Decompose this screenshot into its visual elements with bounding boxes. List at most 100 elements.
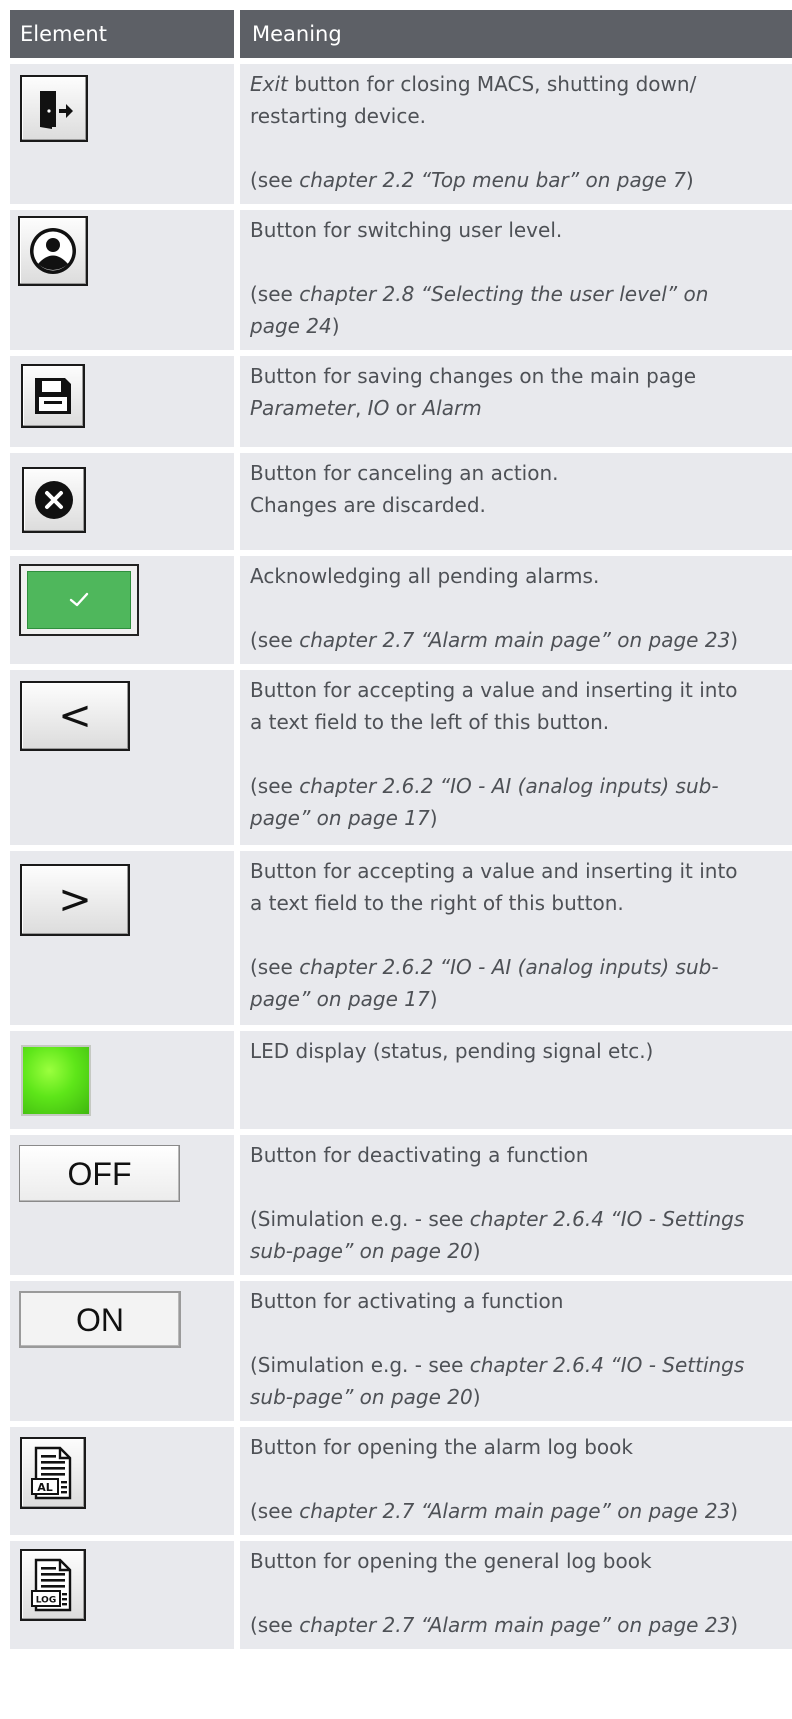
chapter-reference: (see chapter 2.7 “Alarm main page” on pa… bbox=[250, 1495, 784, 1527]
text-run: (see bbox=[250, 628, 300, 652]
text-run: chapter 2.7 “Alarm main page” on page 23 bbox=[299, 628, 731, 652]
element-cell: > bbox=[10, 845, 240, 1028]
text-run: ) bbox=[331, 314, 340, 338]
meaning-cell: Button for canceling an action. Changes … bbox=[237, 447, 792, 553]
element-cell: < bbox=[10, 664, 240, 848]
insert-left-icon: < bbox=[58, 693, 92, 739]
text-run: ) bbox=[730, 1613, 739, 1637]
meaning-line: a text field to the right of this button… bbox=[250, 891, 624, 915]
meaning-cell: Acknowledging all pending alarms. (see c… bbox=[237, 550, 792, 667]
text-run: ) bbox=[730, 628, 739, 652]
element-meaning-table: Element Meaning Exit button for closing … bbox=[10, 10, 792, 1649]
element-cell bbox=[10, 58, 240, 207]
text-run: chapter 2.6.2 “IO - AI (analog inputs) s… bbox=[299, 955, 719, 979]
off-button-label: OFF bbox=[67, 1155, 132, 1192]
alarm-log-icon: AL bbox=[31, 1446, 72, 1500]
table-row: AL Button for opening the alarm log book… bbox=[10, 1421, 792, 1538]
meaning-cell: LED display (status, pending signal etc.… bbox=[237, 1025, 792, 1132]
meaning-cell: Button for accepting a value and inserti… bbox=[237, 664, 792, 848]
element-cell bbox=[10, 350, 240, 450]
chapter-reference-continued: page” on page 17) bbox=[250, 983, 784, 1015]
chapter-reference: (Simulation e.g. - see chapter 2.6.4 “IO… bbox=[250, 1203, 784, 1235]
text-run: (see bbox=[250, 955, 300, 979]
checkmark-icon bbox=[69, 592, 89, 607]
meaning-line: Changes are discarded. bbox=[250, 493, 486, 517]
chapter-reference-continued: sub-page” on page 20) bbox=[250, 1235, 784, 1267]
text-run: page” on page 17 bbox=[250, 806, 430, 830]
table-row: OFF Button for deactivating a function (… bbox=[10, 1129, 792, 1278]
cancel-button-sample bbox=[22, 467, 86, 533]
text-run: ) bbox=[429, 806, 438, 830]
alarm-log-badge: AL bbox=[37, 1481, 53, 1494]
on-button-label: ON bbox=[76, 1301, 124, 1338]
text-run: (see bbox=[250, 282, 300, 306]
text-run: (Simulation e.g. - see bbox=[250, 1353, 470, 1377]
exit-button-sample bbox=[20, 75, 88, 142]
meaning-cell: Button for saving changes on the main pa… bbox=[237, 350, 792, 450]
table-row: LOG Button for opening the general log b… bbox=[10, 1535, 792, 1649]
meaning-cell: Button for opening the general log book … bbox=[237, 1535, 792, 1649]
chapter-reference: (see chapter 2.2 “Top menu bar” on page … bbox=[250, 164, 784, 196]
text-run: Parameter bbox=[250, 396, 355, 420]
table-row: Button for canceling an action. Changes … bbox=[10, 447, 792, 553]
meaning-line: Acknowledging all pending alarms. bbox=[250, 564, 600, 588]
page: Element Meaning Exit button for closing … bbox=[0, 0, 792, 1719]
text-run: button for closing MACS, shutting down/ bbox=[287, 72, 697, 96]
text-run: IO bbox=[367, 396, 390, 420]
alarm-log-button-sample: AL bbox=[20, 1437, 86, 1509]
meaning-line: Button for saving changes on the main pa… bbox=[250, 364, 697, 388]
table-row: LED display (status, pending signal etc.… bbox=[10, 1025, 792, 1132]
chapter-reference: (see chapter 2.7 “Alarm main page” on pa… bbox=[250, 624, 784, 656]
text-run: (see bbox=[250, 168, 300, 192]
text-run: chapter 2.6.4 “IO - Settings bbox=[469, 1207, 745, 1231]
meaning-cell: Button for accepting a value and inserti… bbox=[237, 845, 792, 1028]
text-run: ) bbox=[429, 987, 438, 1011]
insert-right-icon: > bbox=[58, 877, 92, 923]
meaning-line: Button for deactivating a function bbox=[250, 1143, 589, 1167]
table-row: Button for switching user level. (see ch… bbox=[10, 204, 792, 353]
element-cell bbox=[10, 1025, 240, 1132]
meaning-cell: Button for opening the alarm log book (s… bbox=[237, 1421, 792, 1538]
user-level-button-sample bbox=[18, 216, 88, 286]
text-run: (see bbox=[250, 774, 300, 798]
text-run: Alarm bbox=[422, 396, 482, 420]
text-run: page” on page 17 bbox=[250, 987, 430, 1011]
element-cell bbox=[10, 204, 240, 353]
meaning-line: a text field to the left of this button. bbox=[250, 710, 610, 734]
table-row: > Button for accepting a value and inser… bbox=[10, 845, 792, 1028]
chapter-reference-continued: page 24) bbox=[250, 310, 784, 342]
chapter-reference-continued: page” on page 17) bbox=[250, 802, 784, 834]
general-log-badge: LOG bbox=[36, 1596, 56, 1606]
text-run: (see bbox=[250, 1613, 300, 1637]
table-row: < Button for accepting a value and inser… bbox=[10, 664, 792, 848]
meaning-line: LED display (status, pending signal etc.… bbox=[250, 1039, 654, 1063]
column-header-meaning: Meaning bbox=[237, 10, 792, 61]
text-run: ) bbox=[472, 1385, 481, 1409]
text-run: chapter 2.6.2 “IO - AI (analog inputs) s… bbox=[299, 774, 719, 798]
chapter-reference: (see chapter 2.6.2 “IO - AI (analog inpu… bbox=[250, 770, 784, 802]
text-run: Exit bbox=[250, 72, 288, 96]
save-icon bbox=[35, 378, 71, 414]
text-run: chapter 2.6.4 “IO - Settings bbox=[469, 1353, 745, 1377]
save-button-sample bbox=[21, 364, 85, 428]
text-run: chapter 2.7 “Alarm main page” on page 23 bbox=[299, 1499, 731, 1523]
meaning-line: Exit button for closing MACS, shutting d… bbox=[250, 68, 784, 100]
element-cell: AL bbox=[10, 1421, 240, 1538]
text-run: chapter 2.7 “Alarm main page” on page 23 bbox=[299, 1613, 731, 1637]
column-header-element: Element bbox=[10, 10, 240, 61]
meaning-line: Button for canceling an action. bbox=[250, 461, 559, 485]
chapter-reference: (Simulation e.g. - see chapter 2.6.4 “IO… bbox=[250, 1349, 784, 1381]
text-run: , bbox=[354, 396, 368, 420]
meaning-line: Button for accepting a value and inserti… bbox=[250, 859, 738, 883]
table-row: Acknowledging all pending alarms. (see c… bbox=[10, 550, 792, 667]
acknowledge-button-sample bbox=[19, 564, 139, 636]
off-button-sample: OFF bbox=[19, 1145, 180, 1202]
table-row: Button for saving changes on the main pa… bbox=[10, 350, 792, 450]
meaning-line: restarting device. bbox=[250, 104, 427, 128]
chapter-reference-continued: sub-page” on page 20) bbox=[250, 1381, 784, 1413]
element-cell bbox=[10, 550, 240, 667]
table-row: Exit button for closing MACS, shutting d… bbox=[10, 58, 792, 207]
element-cell bbox=[10, 447, 240, 553]
insert-left-button-sample: < bbox=[20, 681, 130, 751]
text-run: ) bbox=[685, 168, 694, 192]
